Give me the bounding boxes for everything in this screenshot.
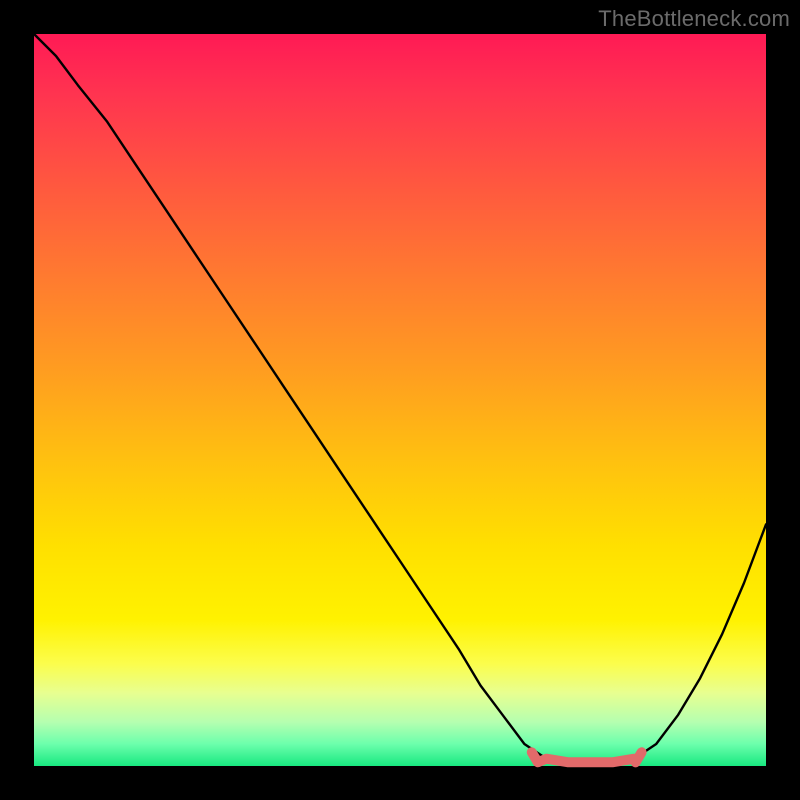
watermark-text: TheBottleneck.com [598,6,790,32]
curve-svg [34,34,766,766]
plot-area [34,34,766,766]
chart-frame: TheBottleneck.com [0,0,800,800]
valley-highlight [532,752,642,762]
bottleneck-curve [34,34,766,766]
